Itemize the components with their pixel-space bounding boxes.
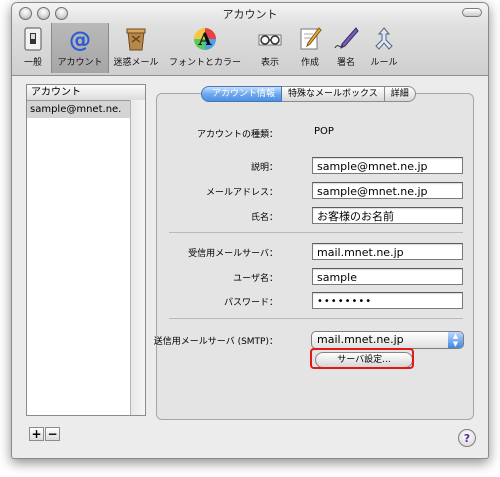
rules-icon: [371, 26, 397, 52]
toolbar-general[interactable]: 一般: [16, 23, 50, 73]
account-list-item[interactable]: sample@mnet.ne.: [27, 101, 145, 118]
font-color-icon: A: [192, 26, 218, 52]
compose-icon: [297, 26, 323, 52]
preferences-toolbar: 一般 @ アカウント 迷惑メール A フォントとカラー 表示 作成 署名 ルール: [12, 23, 488, 73]
toolbar-label: 作成: [300, 58, 319, 68]
incoming-server-label: 受信用メールサーバ：: [188, 249, 278, 259]
toolbar-viewing[interactable]: 表示: [252, 23, 288, 73]
title-bar: アカウント 一般 @ アカウント 迷惑メール A フォントとカラー 表示 作成 …: [12, 3, 488, 76]
toolbar-label: 迷惑メール: [113, 58, 159, 68]
signature-icon: [333, 26, 359, 52]
popup-arrows-icon: ▲ ▼: [448, 332, 463, 348]
toolbar-junk-mail[interactable]: 迷惑メール: [110, 23, 162, 73]
toolbar-label: フォントとカラー: [168, 58, 241, 68]
section-divider: [169, 232, 463, 233]
toolbar-label: ルール: [370, 58, 398, 68]
password-field[interactable]: ••••••••: [312, 292, 463, 309]
account-list[interactable]: アカウント sample@mnet.ne.: [26, 84, 146, 416]
smtp-server-label: 送信用メールサーバ (SMTP)：: [153, 337, 278, 347]
toolbar-label: 署名: [336, 58, 355, 68]
username-field[interactable]: sample: [312, 268, 463, 285]
accounts-window: アカウント 一般 @ アカウント 迷惑メール A フォントとカラー 表示 作成 …: [11, 2, 489, 459]
remove-account-button[interactable]: −: [45, 427, 60, 441]
description-field[interactable]: sample@mnet.ne.jp: [312, 157, 463, 174]
svg-text:@: @: [69, 28, 91, 52]
tab-special-mailboxes[interactable]: 特殊なメールボックス: [282, 86, 385, 102]
toolbar-toggle-button[interactable]: [462, 8, 482, 17]
full-name-field[interactable]: お客様のお名前: [312, 207, 463, 224]
account-list-header: アカウント: [27, 85, 145, 101]
toolbar-label: 一般: [23, 58, 42, 68]
glasses-icon: [257, 26, 283, 52]
toolbar-label: アカウント: [57, 58, 103, 68]
smtp-server-select[interactable]: mail.mnet.ne.jp ▲ ▼: [311, 331, 464, 349]
email-label: メールアドレス：: [205, 188, 278, 198]
toolbar-fonts-colors[interactable]: A フォントとカラー: [164, 23, 246, 73]
account-type-label: アカウントの種類：: [196, 130, 278, 140]
svg-text:A: A: [197, 30, 212, 50]
junk-mail-icon: [123, 26, 149, 52]
account-tabs: アカウント情報 特殊なメールボックス 詳細: [201, 86, 416, 102]
username-label: ユーザ名：: [233, 274, 278, 284]
smtp-server-value: mail.mnet.ne.jp: [317, 333, 404, 346]
toolbar-composing[interactable]: 作成: [292, 23, 328, 73]
password-label: パスワード：: [223, 298, 278, 308]
at-sign-icon: @: [67, 26, 93, 53]
help-button[interactable]: ?: [458, 429, 476, 447]
full-name-label: 氏名：: [250, 213, 278, 223]
section-divider: [169, 318, 463, 319]
tab-advanced[interactable]: 詳細: [384, 86, 416, 102]
description-label: 説明：: [250, 163, 278, 173]
switch-icon: [20, 26, 46, 52]
account-list-scrollbar[interactable]: [130, 100, 145, 415]
add-account-button[interactable]: +: [29, 427, 44, 441]
toolbar-accounts[interactable]: @ アカウント: [51, 23, 109, 73]
toolbar-label: 表示: [260, 58, 279, 68]
toolbar-rules[interactable]: ルール: [364, 23, 404, 73]
window-title: アカウント: [222, 8, 278, 21]
account-type-value: POP: [314, 126, 334, 137]
highlight-box: [310, 348, 414, 369]
incoming-server-field[interactable]: mail.mnet.ne.jp: [312, 243, 463, 260]
toolbar-signatures[interactable]: 署名: [328, 23, 364, 73]
email-field[interactable]: sample@mnet.ne.jp: [312, 182, 463, 199]
tab-account-info[interactable]: アカウント情報: [201, 86, 283, 102]
